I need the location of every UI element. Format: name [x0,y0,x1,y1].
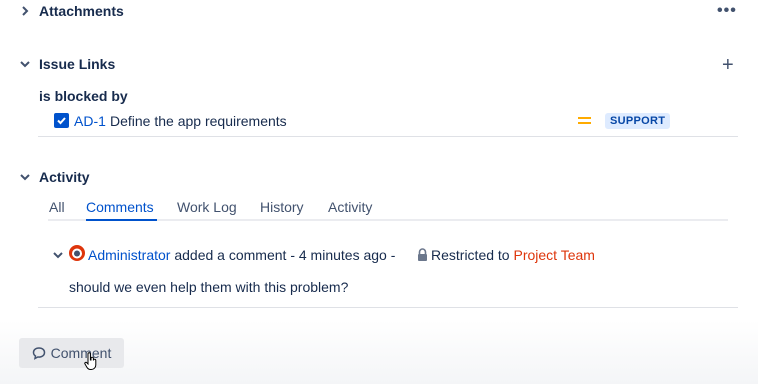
restricted-label: Restricted to [431,247,510,263]
more-actions-icon[interactable]: ••• [717,2,737,20]
priority-medium-icon [578,116,591,126]
activity-collapse-toggle[interactable] [18,170,32,184]
tab-work-log[interactable]: Work Log [177,199,237,215]
link-row-divider [38,136,738,137]
tab-activity[interactable]: Activity [328,199,372,215]
comment-action: added a comment - 4 minutes ago - [174,247,396,263]
comment-button[interactable]: Comment [19,338,124,368]
tab-all[interactable]: All [49,199,65,215]
issue-type-task-icon [54,113,69,128]
activity-title[interactable]: Activity [39,169,90,185]
comment-body: should we even help them with this probl… [69,279,349,295]
link-relation-label: is blocked by [39,88,128,104]
user-avatar-icon [69,245,85,261]
comment-bubble-icon [32,347,45,360]
comment-header: Administrator added a comment - 4 minute… [88,247,395,263]
comment-button-label: Comment [50,345,112,361]
issue-links-collapse-toggle[interactable] [18,57,32,71]
restriction-info: Restricted to Project Team [431,247,595,263]
mouse-cursor-icon [84,352,98,370]
comment-divider [38,307,738,308]
issue-links-title[interactable]: Issue Links [39,56,115,72]
active-tab-indicator [86,219,157,221]
attachments-expand-toggle[interactable] [18,4,32,18]
chevron-down-icon [20,61,30,68]
attachments-title[interactable]: Attachments [39,3,124,19]
linked-issue-key[interactable]: AD-1 [74,113,106,129]
add-link-icon[interactable]: + [722,55,734,75]
lock-icon [417,248,428,261]
tab-history[interactable]: History [260,199,304,215]
avatar [69,245,85,261]
chevron-right-icon [22,6,29,16]
comment-collapse-toggle[interactable] [51,248,65,262]
tab-comments[interactable]: Comments [86,199,154,215]
chevron-down-icon [53,252,63,259]
linked-issue-summary[interactable]: Define the app requirements [110,113,287,129]
status-badge: SUPPORT [605,113,671,129]
checkmark-icon [57,117,66,125]
chevron-down-icon [20,174,30,181]
comment-author[interactable]: Administrator [88,247,170,263]
restricted-group: Project Team [513,247,595,263]
